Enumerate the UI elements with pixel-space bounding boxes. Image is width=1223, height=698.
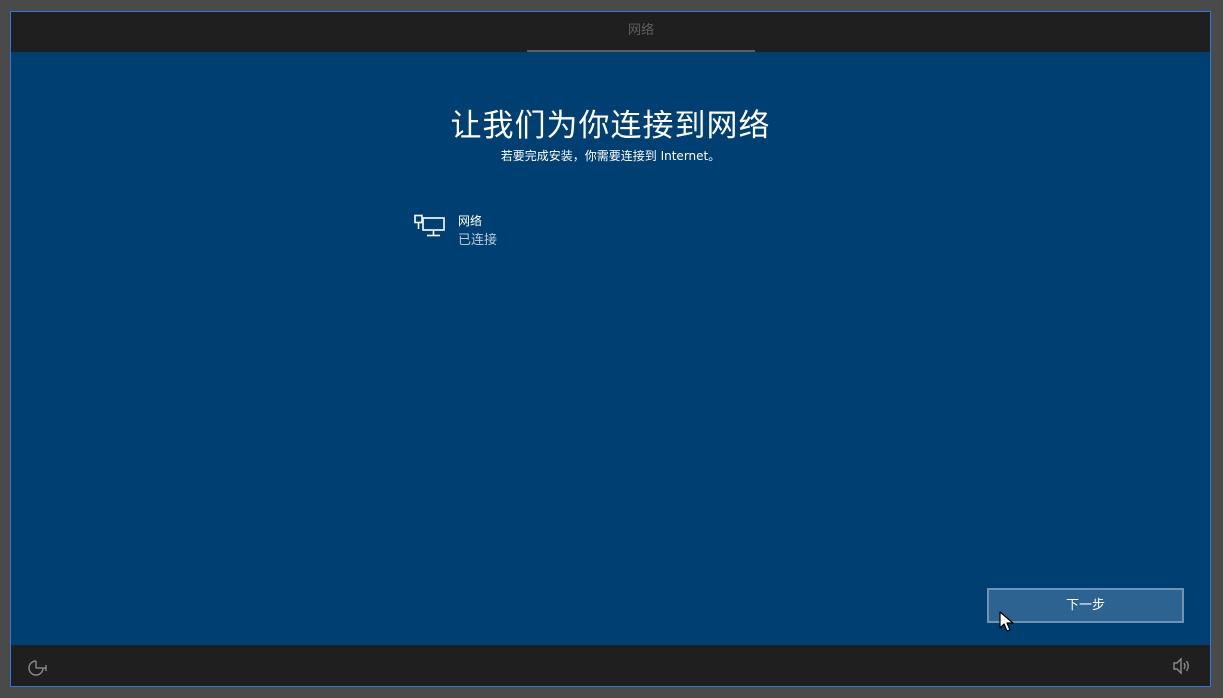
page-subtitle: 若要完成安装，你需要连接到 Internet。: [500, 149, 721, 163]
bottom-bar: [11, 645, 1210, 686]
network-list-item[interactable]: 网络 已连接: [411, 211, 651, 248]
main-content: 让我们为你连接到网络 若要完成安装，你需要连接到 Internet。 网络 已连…: [11, 52, 1210, 645]
network-name: 网络: [458, 214, 483, 228]
volume-icon[interactable]: [1172, 657, 1192, 675]
network-status: 已连接: [458, 233, 498, 248]
top-bar: 网络: [11, 12, 1210, 52]
wired-network-icon: [414, 214, 445, 237]
page-title: 让我们为你连接到网络: [450, 108, 771, 144]
tab-network: 网络: [527, 12, 755, 52]
setup-window: 网络 让我们为你连接到网络 若要完成安装，你需要连接到 Internet。 网络…: [10, 11, 1211, 687]
mouse-cursor-icon: [999, 611, 1014, 632]
ease-of-access-icon[interactable]: [27, 657, 49, 677]
